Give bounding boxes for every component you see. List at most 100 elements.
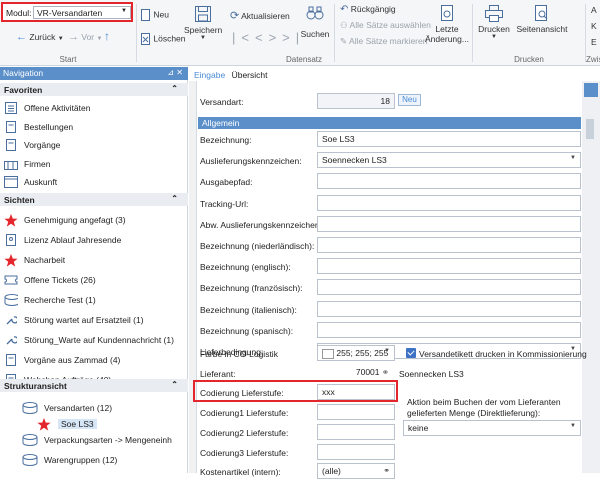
drucken-button[interactable]: Drucken ▼ [478,5,510,40]
star-icon [4,253,18,267]
nav-item-bestellungen[interactable]: Bestellungen [4,119,73,135]
suchen-button[interactable]: Suchen [298,5,332,39]
modul-selector[interactable]: Modul: VR-Versandarten ▼ [1,2,133,22]
rueckgaengig-button[interactable]: ↶ Rückgängig [340,4,396,15]
section-strukturansicht[interactable]: Strukturansicht ⌃ [0,379,188,392]
up-button[interactable]: ↑ [104,29,110,43]
nav-item-recherche-test-1[interactable]: Recherche Test (1) [4,292,96,308]
chevron-down-icon: ▼ [200,35,206,41]
nav-item-st-rung-wartet-auf-ersatzteil-1[interactable]: Störung wartet auf Ersatzteil (1) [4,312,144,328]
binoculars-icon[interactable]: ⚭ [383,466,390,475]
nav-item-genehmigung-angefagt-3[interactable]: Genehmigung angefagt (3) [4,212,126,228]
versandart-neu-button[interactable]: Neu [398,94,421,106]
nav-item-auskunft[interactable]: Auskunft [4,174,57,190]
section-favoriten[interactable]: Favoriten ⌃ [0,83,188,96]
forward-button[interactable]: → Vor ▼ [68,31,102,43]
seitenansicht-button[interactable]: Seitenansicht [516,5,568,34]
kostenartikel-field[interactable]: (alle) ⚭ [317,463,395,479]
chevron-down-icon: ▼ [384,348,390,354]
arrow-right-icon: → [68,31,79,43]
side-tab[interactable] [584,83,598,97]
aktion-dropdown[interactable]: keine ▼ [403,420,581,436]
field-input-ausgabepfad[interactable] [317,173,581,190]
left-scroll-strip[interactable] [189,81,197,473]
edge-label-a: A [591,5,597,15]
nav-item-offene-aktivit-ten[interactable]: Offene Aktivitäten [4,100,90,116]
nav-item-vorg-nge[interactable]: Vorgänge [4,137,60,153]
field-input-bezeichnung-spanisch[interactable] [317,321,581,338]
arrow-up-icon: ↑ [104,29,110,43]
field-input-abw-auslieferungskennzeichen[interactable] [317,215,581,232]
back-button[interactable]: ← Zurück ▼ [16,31,64,43]
farbe-field[interactable]: 255; 255; 255 ▼ [317,345,395,361]
edge-button-a[interactable]: A [591,5,597,15]
codierung2-input[interactable] [317,424,395,440]
alle-saetze-auswaehlen-button[interactable]: ⚇ Alle Sätze auswählen [340,20,431,31]
tree-item-verpackungsarten-mengeneinh[interactable]: Verpackungsarten -> Mengeneinh [22,432,172,448]
alle-saetze-markieren-button[interactable]: ✎ Alle Sätze markieren [340,36,427,47]
letzte-aenderung-button[interactable]: Letzte Änderung... [424,5,470,44]
nav-item-label: Offene Aktivitäten [24,103,91,113]
first-record-icon[interactable]: |< [232,30,255,45]
field-input-bezeichnung-franz-sisch[interactable] [317,279,581,296]
edge-label-e: E [591,37,597,47]
kostenartikel-label: Kostenartikel (intern): [200,467,281,477]
field-input-tracking-url[interactable] [317,194,581,211]
section-sichten[interactable]: Sichten ⌃ [0,193,188,206]
select-all-icon: ⚇ [340,20,348,30]
binoculars-icon [306,6,324,20]
nav-item-label: Auskunft [24,177,58,187]
group-label-start: Start [59,55,77,64]
tab-eingabe[interactable]: Eingabe [194,70,225,80]
codierung1-input[interactable] [317,404,395,420]
previous-record-icon[interactable]: < [255,30,269,45]
codierung1-label: Codierung1 Lieferstufe: [200,408,289,418]
versandetikett-checkbox[interactable] [406,348,416,358]
codierung3-input[interactable] [317,444,395,460]
ticket-icon [4,274,18,286]
field-input-bezeichnung-italienisch[interactable] [317,300,581,317]
field-input-bezeichnung-niederl-ndisch[interactable] [317,237,581,253]
loeschen-button[interactable]: Löschen [140,33,186,45]
pin-icon[interactable]: ⊿ ✕ [167,68,183,77]
star-icon [4,213,18,227]
tab-uebersicht[interactable]: Übersicht [232,70,268,80]
scrollbar-thumb[interactable] [586,119,594,139]
database-icon [22,402,38,414]
chevron-down-icon: ▼ [570,423,576,429]
tree-item-warengruppen-12[interactable]: Warengruppen (12) [22,452,117,468]
chevron-up-icon: ⌃ [171,380,178,389]
database-icon [22,434,38,446]
aktion-label-2: gelieferten Menge (Direktlieferung): [407,408,541,418]
right-scrollbar[interactable] [582,81,600,473]
nav-item-st-rung-warte-auf-kundennachricht-1[interactable]: Störung_Warte auf Kundennachricht (1) [4,332,174,348]
speichern-button[interactable]: Speichern ▼ [184,5,222,41]
nav-item-firmen[interactable]: Firmen [4,156,50,172]
modul-dropdown[interactable]: VR-Versandarten ▼ [33,6,131,19]
neu-button[interactable]: Neu [140,9,169,21]
lieferant-label: Lieferant: [200,369,236,379]
database-icon [4,294,18,306]
detail-panel: Eingabe Übersicht Versandart: 18 Neu All… [189,67,600,479]
refresh-icon: ⟳ [230,10,240,22]
aktualisieren-button[interactable]: ⟳ Aktualisieren [230,9,290,22]
field-input-bezeichnung[interactable]: Soe LS3 [317,131,581,147]
tree-item-soe-ls3[interactable]: Soe LS3 [36,416,97,432]
edge-button-k[interactable]: K [591,21,597,31]
binoculars-icon[interactable]: ⚭ [382,367,389,377]
tree-item-versandarten-12[interactable]: Versandarten (12) [22,400,112,416]
nav-item-vorg-ne-aus-zammad-4[interactable]: Vorgäne aus Zammad (4) [4,352,120,368]
next-record-icon[interactable]: > [269,30,283,45]
section-favoriten-title: Favoriten [4,85,43,95]
nav-item-lizenz-ablauf-jahresende[interactable]: Lizenz Ablauf Jahresende [4,232,121,248]
tree-item-label: Soe LS3 [58,419,97,429]
field-input-bezeichnung-englisch[interactable] [317,258,581,275]
field-input-auslieferungskennzeichen[interactable]: Soennecken LS3 ▼ [317,152,581,169]
field-value: Soennecken LS3 [322,155,387,166]
letzte-aenderung-label-2: Änderung... [425,34,469,44]
edge-button-e[interactable]: E [591,37,597,47]
nav-item-offene-tickets-26[interactable]: Offene Tickets (26) [4,272,96,288]
nav-item-nacharbeit[interactable]: Nacharbeit [4,252,65,268]
lieferant-field[interactable]: 70001 ⚭ [317,365,393,381]
field-label-auslieferungskennzeichen: Auslieferungskennzeichen: [200,156,302,167]
